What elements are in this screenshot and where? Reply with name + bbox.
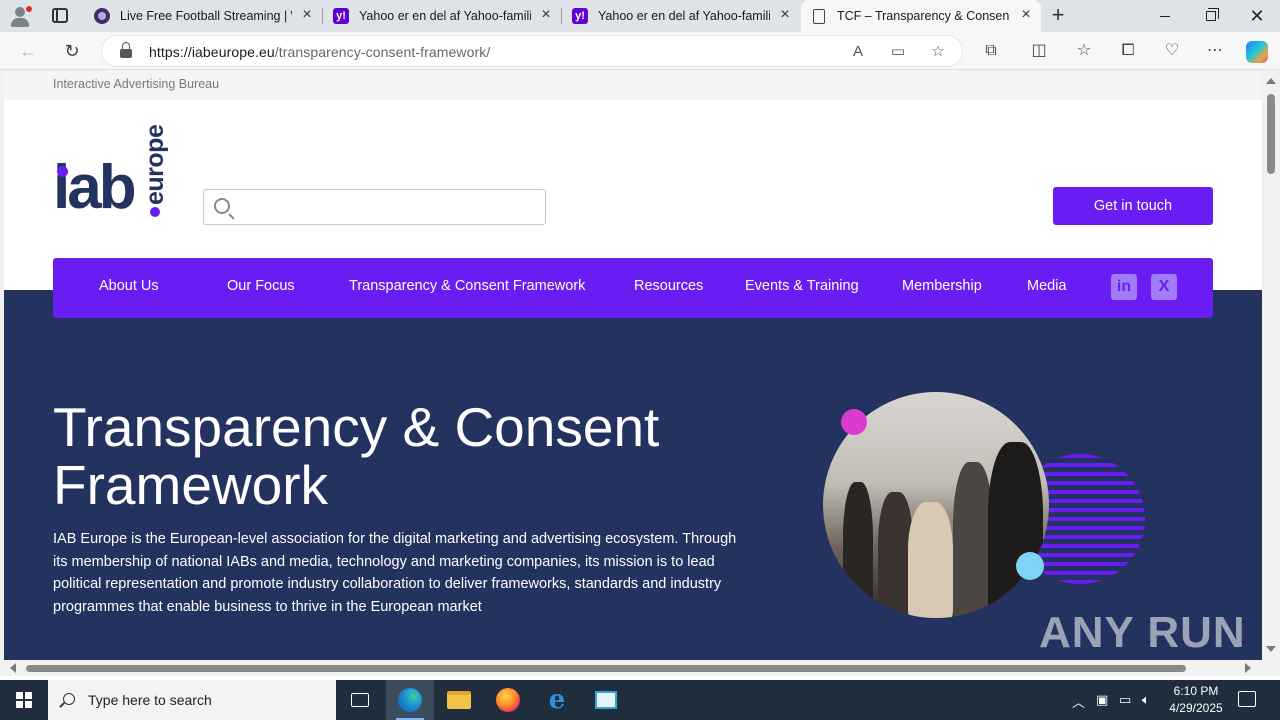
task-view-icon (351, 693, 369, 707)
nav-our-focus[interactable]: Our Focus (227, 278, 295, 294)
taskbar-app[interactable] (582, 680, 630, 720)
profile-icon[interactable] (8, 4, 32, 28)
search-icon (63, 693, 75, 705)
page-favicon-icon (813, 8, 825, 24)
taskbar-search-placeholder: Type here to search (88, 692, 212, 708)
taskbar-firefox[interactable] (484, 680, 532, 720)
tab-tcf[interactable]: TCF – Transparency & Consent Fr × (801, 0, 1041, 32)
nav-events-training[interactable]: Events & Training (745, 278, 859, 294)
tab-actions-icon[interactable] (52, 8, 68, 23)
favorite-star-icon[interactable]: ☆ (929, 43, 947, 61)
football-favicon-icon (94, 8, 110, 24)
split-screen-icon[interactable]: ◫ (1029, 41, 1049, 61)
scroll-down-icon[interactable] (1266, 646, 1276, 652)
taskbar-file-explorer[interactable] (435, 680, 483, 720)
clock-date: 4/29/2025 (1169, 701, 1223, 715)
address-bar[interactable]: https://iabeurope.eu/transparency-consen… (101, 35, 963, 67)
site-search-input[interactable] (203, 189, 546, 225)
tab-title: Yahoo er en del af Yahoo-familien (359, 9, 531, 23)
close-window-button[interactable]: ✕ (1234, 0, 1280, 32)
tab-title: TCF – Transparency & Consent Fr (837, 9, 1009, 23)
decorative-dot (1016, 552, 1044, 580)
taskbar-edge[interactable] (386, 680, 434, 720)
main-nav: About Us Our Focus Transparency & Consen… (53, 258, 1213, 318)
refresh-icon[interactable]: ↻ (61, 40, 83, 62)
watermark: ANY RUN (1039, 608, 1246, 657)
logo-dot (150, 207, 160, 217)
nav-membership[interactable]: Membership (902, 278, 982, 294)
start-button[interactable] (0, 680, 48, 720)
topbar-text: Interactive Advertising Bureau (53, 77, 220, 91)
tab-title: Yahoo er en del af Yahoo-familien (598, 9, 770, 23)
iab-europe-logo[interactable]: iab europe (53, 125, 173, 225)
decorative-dot (841, 409, 867, 435)
back-icon[interactable]: ← (17, 40, 39, 62)
tray-chevron-icon[interactable]: ︿ (1072, 692, 1085, 711)
lock-icon[interactable] (120, 42, 132, 58)
minimize-button[interactable] (1142, 0, 1188, 32)
close-tab-icon[interactable]: × (1019, 7, 1033, 23)
horizontal-scrollbar[interactable] (0, 660, 1262, 676)
tab-football[interactable]: Live Free Football Streaming | Wa × (84, 0, 322, 32)
notifications-icon[interactable] (1238, 691, 1256, 707)
yahoo-favicon-icon: y! (333, 8, 349, 24)
app-window-icon (595, 691, 617, 709)
browser-essentials-icon[interactable]: ♡ (1162, 41, 1182, 61)
network-icon[interactable]: ▭ (1119, 692, 1131, 708)
volume-icon[interactable]: 🔈︎ (1142, 692, 1150, 708)
restore-button[interactable] (1188, 0, 1234, 32)
browser-toolbar: ← ↻ https://iabeurope.eu/transparency-co… (0, 32, 1280, 70)
windows-icon (16, 692, 32, 708)
tab-yahoo-1[interactable]: y! Yahoo er en del af Yahoo-familien × (323, 0, 561, 32)
scroll-thumb[interactable] (1267, 94, 1275, 174)
hero-description: IAB Europe is the European-level associa… (53, 531, 737, 615)
scroll-left-icon[interactable] (10, 663, 16, 673)
page-viewport: Interactive Advertising Bureau iab europ… (0, 70, 1262, 660)
edge-icon (398, 688, 422, 712)
internet-explorer-icon: e (548, 685, 566, 715)
vertical-scrollbar[interactable] (1262, 70, 1280, 660)
tray-device-icon[interactable]: ▣ (1096, 692, 1108, 708)
clock-time: 6:10 PM (1173, 684, 1219, 698)
collections-icon[interactable]: ⧠ (1118, 41, 1138, 61)
clock[interactable]: 6:10 PM 4/29/2025 (1162, 683, 1230, 717)
taskbar-internet-explorer[interactable]: e (533, 680, 581, 720)
folder-icon (447, 691, 471, 709)
close-tab-icon[interactable]: × (539, 7, 553, 23)
copilot-icon[interactable] (1246, 41, 1268, 63)
search-icon (214, 198, 230, 214)
scroll-right-icon[interactable] (1245, 663, 1251, 673)
favorites-icon[interactable]: ☆ (1074, 41, 1094, 61)
taskbar-search[interactable]: Type here to search (48, 680, 336, 720)
logo-sub-text: europe (141, 124, 169, 205)
nav-tcf[interactable]: Transparency & Consent Framework (349, 278, 585, 294)
tab-title: Live Free Football Streaming | Wa (120, 9, 292, 23)
new-tab-button[interactable]: + (1048, 4, 1068, 26)
hero-title: Transparency & Consent Framework (53, 396, 660, 516)
tab-yahoo-2[interactable]: y! Yahoo er en del af Yahoo-familien × (562, 0, 800, 32)
immersive-reader-icon[interactable]: ▭ (889, 43, 907, 61)
taskbar: Type here to search e ︿ ▣ ▭ 🔈︎ 6:10 PM 4… (0, 680, 1280, 720)
firefox-icon (496, 688, 520, 712)
tab-strip: Live Free Football Streaming | Wa × y! Y… (0, 0, 1280, 32)
yahoo-favicon-icon: y! (572, 8, 588, 24)
scroll-thumb[interactable] (26, 665, 1186, 672)
scroll-up-icon[interactable] (1266, 78, 1276, 84)
get-in-touch-button[interactable]: Get in touch (1053, 187, 1213, 225)
close-tab-icon[interactable]: × (778, 7, 792, 23)
url-text[interactable]: https://iabeurope.eu/transparency-consen… (149, 44, 490, 60)
scrollbar-corner (1262, 660, 1280, 676)
nav-about-us[interactable]: About Us (99, 278, 159, 294)
extensions-icon[interactable]: ⧉ (981, 41, 1001, 61)
logo-dot (57, 166, 68, 177)
x-twitter-icon[interactable]: X (1151, 274, 1177, 300)
task-view-button[interactable] (336, 680, 384, 720)
close-tab-icon[interactable]: × (300, 7, 314, 23)
read-aloud-icon[interactable]: A (849, 43, 867, 61)
linkedin-icon[interactable]: in (1111, 274, 1137, 300)
nav-resources[interactable]: Resources (634, 278, 703, 294)
nav-media[interactable]: Media (1027, 278, 1067, 294)
more-menu-icon[interactable]: ⋯ (1205, 41, 1225, 61)
site-topbar: Interactive Advertising Bureau (4, 70, 1262, 100)
